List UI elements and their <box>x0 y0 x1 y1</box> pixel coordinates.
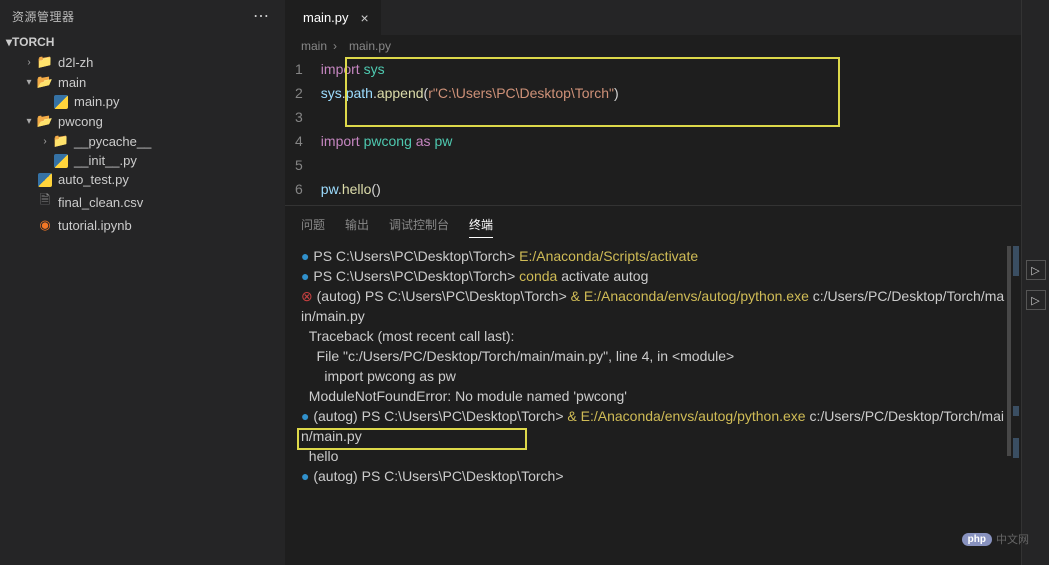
terminal-line: ● PS C:\Users\PC\Desktop\Torch> E:/Anaco… <box>301 246 1005 266</box>
item-label: final_clean.csv <box>58 195 143 210</box>
item-label: main <box>58 75 86 90</box>
python-icon <box>52 95 70 109</box>
right-sidebar: ▷ ▷ <box>1021 0 1049 565</box>
watermark-text: 中文网 <box>996 531 1029 547</box>
folder-icon: 📂 <box>36 113 54 129</box>
terminal-split-icon[interactable]: ▷ <box>1026 290 1046 310</box>
workspace-name: TORCH <box>12 35 54 49</box>
watermark: php 中文网 <box>962 531 1029 547</box>
folder-icon: 📂 <box>36 74 54 90</box>
item-label: auto_test.py <box>58 172 129 187</box>
terminal-split-icon[interactable]: ▷ <box>1026 260 1046 280</box>
terminal-line: ⊗ (autog) PS C:\Users\PC\Desktop\Torch> … <box>301 286 1005 326</box>
item-label: d2l-zh <box>58 55 93 70</box>
chevron-right-icon: › <box>38 136 52 147</box>
panel-tab-3[interactable]: 终端 <box>469 212 493 238</box>
editor[interactable]: 123456 import syssys.path.append(r"C:\Us… <box>285 57 1021 201</box>
python-icon <box>36 173 54 187</box>
sidebar-header: 资源管理器 ⋯ <box>0 0 285 32</box>
tab-label: main.py <box>303 10 349 25</box>
panel-tab-2[interactable]: 调试控制台 <box>389 212 449 238</box>
annotation-box-1 <box>345 57 840 127</box>
file-tree: ›📁d2l-zh▾📂mainmain.py▾📂pwcong›📁__pycache… <box>0 52 285 235</box>
folder-icon: 📁 <box>36 54 54 70</box>
php-badge: php <box>962 533 992 546</box>
panel-tabs: 问题输出调试控制台终端 <box>285 205 1021 238</box>
terminal-line: File "c:/Users/PC/Desktop/Torch/main/mai… <box>301 346 1005 366</box>
chevron-right-icon: › <box>333 39 337 53</box>
folder-item[interactable]: ›📁 __pycache__ <box>6 131 285 151</box>
annotation-box-2 <box>297 428 527 450</box>
chevron-right-icon: › <box>22 57 36 68</box>
jupyter-icon: ◉ <box>36 217 54 233</box>
folder-icon: 📁 <box>52 133 70 149</box>
terminal-line: import pwcong as pw <box>301 366 1005 386</box>
scrollbar-track[interactable] <box>1007 246 1011 456</box>
tab-main-py[interactable]: main.py × <box>285 0 381 35</box>
terminal-line: ● (autog) PS C:\Users\PC\Desktop\Torch> <box>301 466 1005 486</box>
main-area: main.py × main › main.py 123456 import s… <box>285 0 1021 565</box>
folder-item[interactable]: ›📁 d2l-zh <box>6 52 285 72</box>
scrollbar-marker <box>1013 406 1019 416</box>
file-item[interactable]: 🗎 final_clean.csv <box>6 189 285 215</box>
chevron-down-icon: ▾ <box>22 116 36 127</box>
line-gutter: 123456 <box>285 57 321 201</box>
folder-item[interactable]: ▾📂 pwcong <box>6 111 285 131</box>
terminal-line: Traceback (most recent call last): <box>301 326 1005 346</box>
terminal-line: ModuleNotFoundError: No module named 'pw… <box>301 386 1005 406</box>
breadcrumb-root: main <box>301 39 327 53</box>
terminal[interactable]: ● PS C:\Users\PC\Desktop\Torch> E:/Anaco… <box>285 238 1021 494</box>
close-icon[interactable]: × <box>361 10 369 26</box>
item-label: tutorial.ipynb <box>58 218 132 233</box>
panel-tab-1[interactable]: 输出 <box>345 212 369 238</box>
breadcrumb-file: main.py <box>349 39 391 53</box>
panel-tab-0[interactable]: 问题 <box>301 212 325 238</box>
file-item[interactable]: ◉ tutorial.ipynb <box>6 215 285 235</box>
workspace-root[interactable]: ▾ TORCH <box>0 32 285 52</box>
item-label: main.py <box>74 94 120 109</box>
file-item[interactable]: auto_test.py <box>6 170 285 189</box>
chevron-down-icon: ▾ <box>22 77 36 88</box>
scrollbar-marker <box>1013 246 1019 276</box>
folder-item[interactable]: ▾📂 main <box>6 72 285 92</box>
item-label: __pycache__ <box>74 134 151 149</box>
file-icon: 🗎 <box>36 191 54 213</box>
breadcrumb[interactable]: main › main.py <box>285 35 1021 57</box>
editor-tabs: main.py × <box>285 0 1021 35</box>
file-item[interactable]: __init__.py <box>6 151 285 170</box>
python-icon <box>52 154 70 168</box>
item-label: __init__.py <box>74 153 137 168</box>
file-item[interactable]: main.py <box>6 92 285 111</box>
terminal-line: ● PS C:\Users\PC\Desktop\Torch> conda ac… <box>301 266 1005 286</box>
explorer-title: 资源管理器 <box>12 8 75 25</box>
scrollbar-marker <box>1013 438 1019 458</box>
sidebar: 资源管理器 ⋯ ▾ TORCH ›📁d2l-zh▾📂mainmain.py▾📂p… <box>0 0 285 565</box>
item-label: pwcong <box>58 114 103 129</box>
explorer-more-icon[interactable]: ⋯ <box>249 6 273 26</box>
